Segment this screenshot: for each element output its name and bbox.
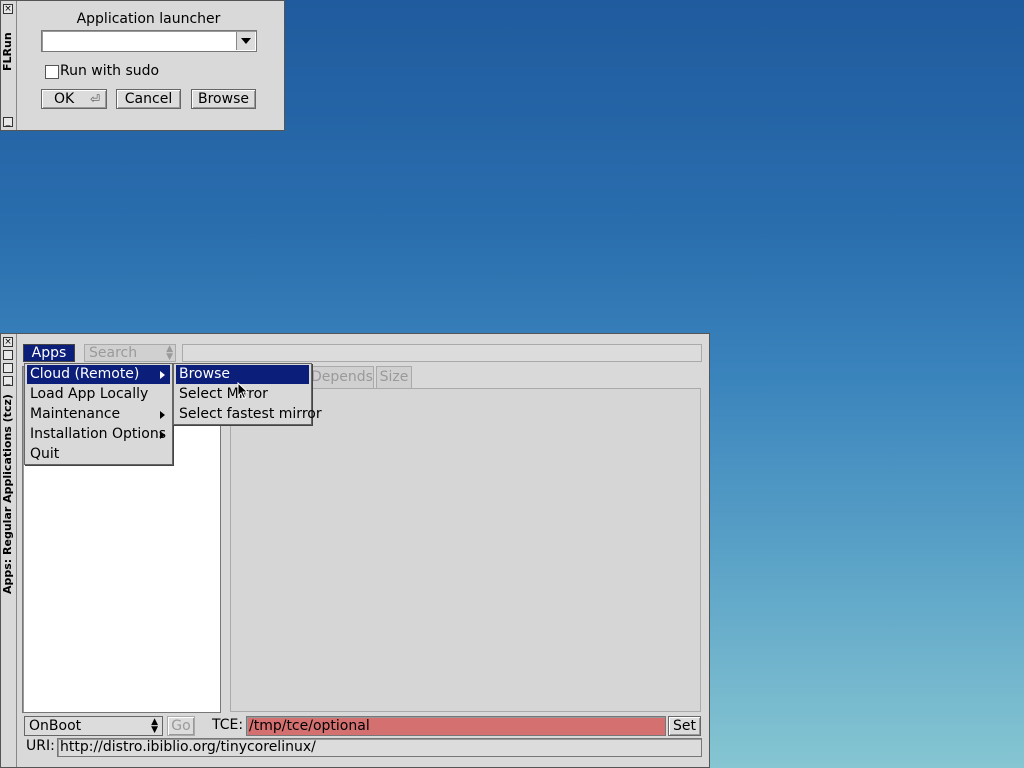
sudo-label: Run with sudo xyxy=(60,63,160,79)
tce-path-input[interactable]: /tmp/tce/optional xyxy=(246,716,666,736)
menu-item-maintenance[interactable]: Maintenance xyxy=(27,405,170,424)
set-button[interactable]: Set xyxy=(668,716,701,736)
menu-item-label: Maintenance xyxy=(30,406,121,422)
tce-path-value: /tmp/tce/optional xyxy=(249,718,370,734)
browse-button[interactable]: Browse xyxy=(191,89,256,109)
info-panel xyxy=(230,388,701,712)
menu-item-label: Installation Options xyxy=(30,426,167,442)
set-label: Set xyxy=(673,718,696,734)
uri-value: http://distro.ibiblio.org/tinycorelinux/ xyxy=(60,739,316,755)
submenu-arrow-icon xyxy=(160,411,165,419)
restore-icon[interactable] xyxy=(3,363,13,373)
submenu-arrow-icon xyxy=(160,371,165,379)
minimize-icon[interactable]: _ xyxy=(3,117,13,127)
menu-item-installation-options[interactable]: Installation Options xyxy=(27,425,170,444)
close-icon[interactable]: × xyxy=(3,337,13,347)
submenu-item-label: Browse xyxy=(179,366,230,382)
menu-item-label: Quit xyxy=(30,446,60,462)
menu-item-label: Load App Locally xyxy=(30,386,149,402)
apps-menu-label: Apps xyxy=(31,345,67,361)
sudo-checkbox[interactable] xyxy=(45,65,59,79)
menu-item-label: Cloud (Remote) xyxy=(30,366,140,382)
browse-label: Browse xyxy=(198,91,249,107)
flrun-window: × FLRun _ Application launcher Run with … xyxy=(0,0,285,131)
apps-title: Apps: Regular Applications (tcz) xyxy=(1,394,14,594)
close-icon[interactable]: × xyxy=(3,4,13,14)
mouse-cursor-icon xyxy=(237,382,249,400)
apps-dropdown-menu: Cloud (Remote) Load App Locally Maintena… xyxy=(24,363,173,465)
search-mode-select[interactable]: Search ▲ ▼ xyxy=(84,344,176,362)
combo-dropdown-button[interactable] xyxy=(236,32,255,50)
onboot-select[interactable]: OnBoot ▲ ▼ xyxy=(24,716,163,736)
enter-icon: ⏎ xyxy=(89,92,100,106)
menu-item-load-locally[interactable]: Load App Locally xyxy=(27,385,170,404)
tab-depends[interactable]: Depends xyxy=(310,366,374,388)
onboot-value: OnBoot xyxy=(29,718,82,734)
uri-input[interactable]: http://distro.ibiblio.org/tinycorelinux/ xyxy=(57,738,702,757)
maximize-icon[interactable] xyxy=(3,350,13,360)
submenu-arrow-icon xyxy=(160,431,165,439)
search-input[interactable] xyxy=(182,344,702,362)
menu-item-quit[interactable]: Quit xyxy=(27,445,170,464)
cancel-button[interactable]: Cancel xyxy=(116,89,181,109)
cancel-label: Cancel xyxy=(124,91,173,107)
submenu-item-label: Select Mirror xyxy=(179,386,268,402)
ok-button[interactable]: OK ⏎ xyxy=(41,89,107,109)
menu-item-cloud[interactable]: Cloud (Remote) xyxy=(27,365,170,384)
flrun-title: FLRun xyxy=(1,32,14,71)
tab-size[interactable]: Size xyxy=(376,366,412,388)
submenu-item-select-fastest-mirror[interactable]: Select fastest mirror xyxy=(176,405,322,424)
apps-menu-button[interactable]: Apps xyxy=(23,344,75,362)
go-label: Go xyxy=(171,718,191,734)
go-button[interactable]: Go xyxy=(167,716,195,736)
launcher-heading: Application launcher xyxy=(76,11,221,27)
flrun-titlebar[interactable]: × FLRun _ xyxy=(1,1,17,130)
updown-icon: ▲ ▼ xyxy=(151,717,158,735)
updown-icon: ▲ ▼ xyxy=(166,344,173,362)
search-mode-label: Search xyxy=(89,345,138,361)
chevron-down-icon xyxy=(241,38,251,44)
ok-label: OK xyxy=(54,91,75,107)
apps-titlebar[interactable]: × _ Apps: Regular Applications (tcz) xyxy=(1,334,17,767)
command-combo[interactable] xyxy=(41,30,257,52)
uri-label: URI: xyxy=(26,738,55,754)
submenu-item-label: Select fastest mirror xyxy=(179,406,322,422)
tce-label: TCE: xyxy=(212,717,244,733)
minimize-icon[interactable]: _ xyxy=(3,376,13,386)
